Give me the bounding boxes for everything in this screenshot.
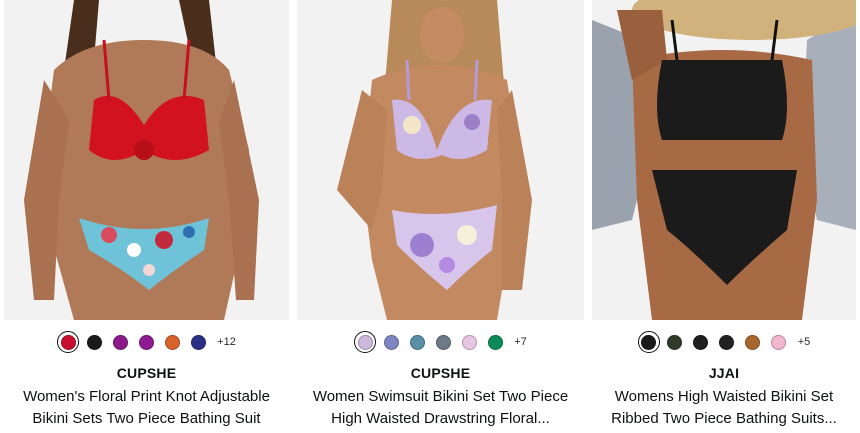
color-swatch[interactable] [484,331,506,353]
product-image[interactable] [297,0,584,320]
color-swatches: +7 [297,331,584,353]
color-swatch[interactable] [135,331,157,353]
product-title[interactable]: Women Swimsuit Bikini Set Two Piece High… [297,386,584,430]
color-swatches: +5 [592,331,856,353]
product-title-line2[interactable]: High Waisted Drawstring Floral... [297,408,584,430]
color-swatch[interactable] [768,331,790,353]
color-swatch[interactable] [109,331,131,353]
swatch-color [60,334,76,350]
brand-name: JJAI [708,365,740,381]
more-colors-link[interactable]: +7 [514,336,527,348]
product-card[interactable]: +12 CUPSHE Women's Floral Print Knot Adj… [4,0,289,433]
color-swatch[interactable] [690,331,712,353]
color-swatch[interactable] [664,331,686,353]
product-title-line1[interactable]: Womens High Waisted Bikini Set [592,386,856,408]
product-title[interactable]: Women's Floral Print Knot Adjustable Bik… [4,386,289,430]
color-swatch[interactable] [716,331,738,353]
product-photo [4,0,289,320]
product-photo [592,0,856,320]
swatch-color [86,334,102,350]
color-swatch[interactable] [637,331,660,353]
color-swatch[interactable] [406,331,428,353]
color-swatch[interactable] [432,331,454,353]
product-title-line2[interactable]: Ribbed Two Piece Bathing Suits... [592,408,856,430]
product-photo [297,0,584,320]
product-title-line1[interactable]: Women Swimsuit Bikini Set Two Piece [297,386,584,408]
product-grid: +12 CUPSHE Women's Floral Print Knot Adj… [0,0,860,433]
swatch-color [461,334,477,350]
product-image[interactable] [592,0,856,320]
swatch-color [435,334,451,350]
swatch-color [641,334,657,350]
product-card[interactable]: +7 CUPSHE Women Swimsuit Bikini Set Two … [297,0,584,433]
swatch-color [409,334,425,350]
swatch-color [190,334,206,350]
swatch-color [745,334,761,350]
color-swatch[interactable] [458,331,480,353]
color-swatches: +12 [4,331,289,353]
more-colors-link[interactable]: +12 [217,336,236,348]
product-title-line1[interactable]: Women's Floral Print Knot Adjustable [4,386,289,408]
color-swatch[interactable] [57,331,80,353]
brand-name: CUPSHE [410,365,471,381]
swatch-color [112,334,128,350]
swatch-color [487,334,503,350]
swatch-color [138,334,154,350]
swatch-color [164,334,180,350]
swatch-color [771,334,787,350]
product-title-line2[interactable]: Bikini Sets Two Piece Bathing Suit [4,408,289,430]
swatch-color [383,334,399,350]
brand-name: CUPSHE [116,365,177,381]
color-swatch[interactable] [354,331,377,353]
color-swatch[interactable] [187,331,209,353]
color-swatch[interactable] [380,331,402,353]
swatch-color [667,334,683,350]
color-swatch[interactable] [742,331,764,353]
product-image[interactable] [4,0,289,320]
color-swatch[interactable] [161,331,183,353]
product-title[interactable]: Womens High Waisted Bikini Set Ribbed Tw… [592,386,856,430]
product-card[interactable]: +5 JJAI Womens High Waisted Bikini Set R… [592,0,856,433]
swatch-color [357,334,373,350]
swatch-color [719,334,735,350]
more-colors-link[interactable]: +5 [798,336,811,348]
swatch-color [693,334,709,350]
color-swatch[interactable] [83,331,105,353]
